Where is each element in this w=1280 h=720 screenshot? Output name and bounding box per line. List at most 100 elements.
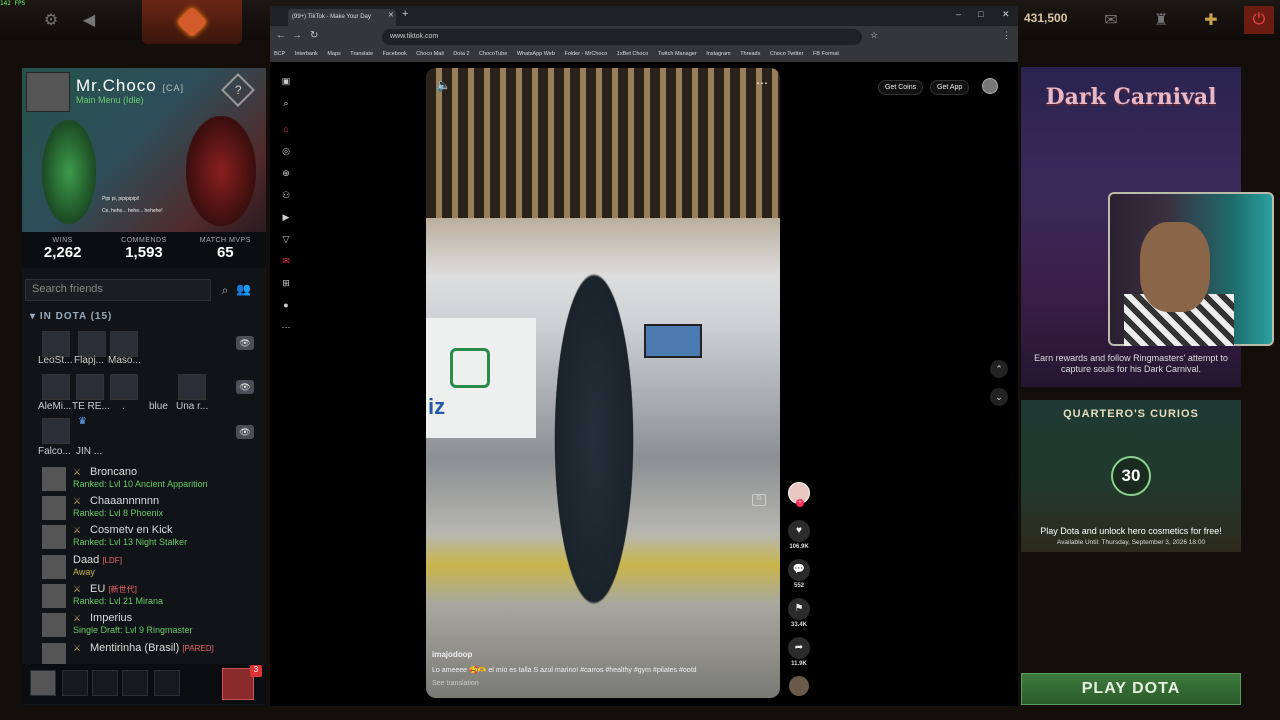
activity-icon[interactable]: ▽	[280, 234, 292, 246]
eye-icon[interactable]: 👁	[236, 336, 254, 350]
friend-tile[interactable]	[42, 331, 70, 357]
plus-icon[interactable]: ✚	[1200, 10, 1222, 30]
picture-in-picture-icon[interactable]: ⧉	[752, 494, 766, 506]
music-disc-icon[interactable]	[789, 676, 809, 696]
friend-name: Mentirinha (Brasil) [PARED]	[90, 642, 214, 654]
more-icon[interactable]: ⋯	[280, 322, 292, 334]
friend-tile[interactable]	[178, 374, 206, 400]
search-icon[interactable]: ⌕	[280, 98, 292, 110]
bookmark[interactable]: Folder - MrChoco	[564, 51, 607, 57]
friend-tag: [新世代]	[108, 585, 137, 594]
bookmark[interactable]: Instagram	[706, 51, 730, 57]
save-button[interactable]: ⚑ 33.4K	[786, 598, 812, 628]
like-button[interactable]: ♥ 106.9K	[786, 520, 812, 550]
party-slot[interactable]	[62, 670, 88, 696]
friend-row[interactable]: ⚔ Imperius Single Draft: Lvl 9 Ringmaster	[42, 611, 262, 639]
follow-plus-icon[interactable]: +	[796, 499, 804, 507]
profile-icon[interactable]: ●	[280, 300, 292, 312]
settings-icon[interactable]: ⚙	[40, 10, 62, 30]
see-translation-link[interactable]: See translation	[432, 680, 479, 687]
party-slot[interactable]	[122, 670, 148, 696]
home-icon[interactable]: ⌂	[280, 124, 292, 136]
friend-row[interactable]: ⚔ Broncano Ranked: Lvl 10 Ancient Appariti…	[42, 465, 262, 493]
bookmark[interactable]: FB Format	[813, 51, 839, 57]
party-slot[interactable]	[154, 670, 180, 696]
avatar[interactable]	[26, 72, 70, 112]
party-slot-me[interactable]	[30, 670, 56, 696]
bookmark[interactable]: Choco Twitter	[770, 51, 804, 57]
messages-icon[interactable]: ✉	[280, 256, 292, 268]
power-icon[interactable]: ⏻	[1244, 6, 1274, 34]
bookmark[interactable]: 1xBet Choco	[617, 51, 649, 57]
friend-row[interactable]: ⚔ Chaaannnnnn Ranked: Lvl 8 Phoenix	[42, 494, 262, 522]
rank-badge-icon[interactable]: ?	[221, 73, 255, 107]
bookmark[interactable]: Choco Mail	[416, 51, 444, 57]
bookmark[interactable]: Translate	[350, 51, 373, 57]
bookmark[interactable]: BCP	[274, 51, 285, 57]
friend-tile[interactable]	[42, 374, 70, 400]
friend-row[interactable]: ⚔ EU [新世代] Ranked: Lvl 21 Mirana	[42, 582, 262, 610]
get-app-button[interactable]: Get App	[930, 80, 970, 95]
volume-icon[interactable]: 🔈	[436, 78, 451, 92]
friend-tile[interactable]	[78, 331, 106, 357]
quarteros-curios-panel[interactable]: QUARTERO'S CURIOS 30 Play Dota and unloc…	[1021, 400, 1241, 552]
bookmark[interactable]: Interbank	[295, 51, 318, 57]
following-icon[interactable]: ⊕	[280, 168, 292, 180]
dota-logo-button[interactable]	[142, 0, 242, 44]
new-tab-icon[interactable]: +	[402, 8, 408, 20]
share-button[interactable]: ➦ 11.9K	[786, 637, 812, 667]
friend-row[interactable]: ⚔ Cosmetv en Kick Ranked: Lvl 13 Night Sta…	[42, 523, 262, 551]
friend-row[interactable]: Daad [LDF] Away	[42, 553, 262, 581]
minimize-icon[interactable]: –	[956, 9, 961, 19]
hero-model-right	[186, 116, 256, 226]
armory-icon[interactable]: ♜	[1150, 10, 1172, 30]
friend-tile[interactable]	[110, 331, 138, 357]
friend-tile[interactable]	[76, 374, 104, 400]
maximize-icon[interactable]: □	[978, 9, 983, 19]
search-icon[interactable]: ⌕	[216, 279, 234, 301]
bookmark[interactable]: WhatsApp Web	[517, 51, 555, 57]
close-icon[interactable]: ✕	[1002, 9, 1010, 20]
explore-icon[interactable]: ◎	[280, 146, 292, 158]
video-author[interactable]: imajodoop	[432, 650, 472, 659]
tab-tiktok[interactable]: (99+) TikTok - Make Your Day	[288, 9, 396, 26]
bookmark[interactable]: Facebook	[383, 51, 407, 57]
search-friends-input[interactable]: Search friends	[25, 279, 211, 301]
previous-video-button[interactable]: ⌃	[990, 360, 1008, 378]
collapse-icon[interactable]: ▣	[280, 76, 292, 88]
bookmark[interactable]: Threads	[740, 51, 760, 57]
more-options-icon[interactable]: ⋯	[756, 76, 768, 90]
user-avatar[interactable]	[982, 78, 998, 94]
eye-icon[interactable]: 👁	[236, 425, 254, 439]
url-input[interactable]: www.tiktok.com	[382, 29, 862, 45]
bookmark[interactable]: ChocoTube	[479, 51, 507, 57]
upload-icon[interactable]: ⊞	[280, 278, 292, 290]
bookmark[interactable]: Twitch Manager	[658, 51, 697, 57]
video-player[interactable]: iz 🔈 ⋯ ⧉ imajodoop Lo ameeee 🥰🫶 el mío e…	[426, 68, 780, 698]
friends-icon[interactable]: ⚇	[280, 190, 292, 202]
group-header-in-dota[interactable]: ▾ IN DOTA (15)	[30, 311, 112, 322]
live-icon[interactable]: ▶	[280, 212, 292, 224]
streamer-webcam	[1108, 192, 1274, 346]
next-video-button[interactable]: ⌄	[990, 388, 1008, 406]
back-arrow-icon[interactable]: ◀	[78, 10, 100, 30]
bookmark-star-icon[interactable]: ☆	[870, 30, 878, 41]
mail-icon[interactable]: ✉	[1100, 10, 1122, 30]
tab-close-icon[interactable]: ✕	[388, 11, 394, 19]
party-slot[interactable]	[92, 670, 118, 696]
eye-icon[interactable]: 👁	[236, 380, 254, 394]
bookmark[interactable]: Dota 2	[453, 51, 469, 57]
menu-icon[interactable]: ⋮	[1002, 30, 1011, 41]
rank-icon: ⚔	[73, 467, 82, 477]
forward-icon[interactable]: →	[292, 30, 302, 41]
friend-tile[interactable]	[110, 374, 138, 400]
get-coins-button[interactable]: Get Coins	[878, 80, 924, 95]
back-icon[interactable]: ←	[276, 30, 286, 41]
friend-tile[interactable]	[42, 418, 70, 444]
play-dota-button[interactable]: PLAY DOTA	[1021, 673, 1241, 705]
bookmark[interactable]: Maps	[327, 51, 340, 57]
add-friend-icon[interactable]: 👥	[236, 282, 254, 300]
profile-card[interactable]: Mr.Choco [CA] Main Menu (Idle) ? Pipi pi…	[22, 68, 266, 232]
reload-icon[interactable]: ↻	[310, 30, 318, 41]
comment-button[interactable]: 💬 552	[786, 559, 812, 589]
